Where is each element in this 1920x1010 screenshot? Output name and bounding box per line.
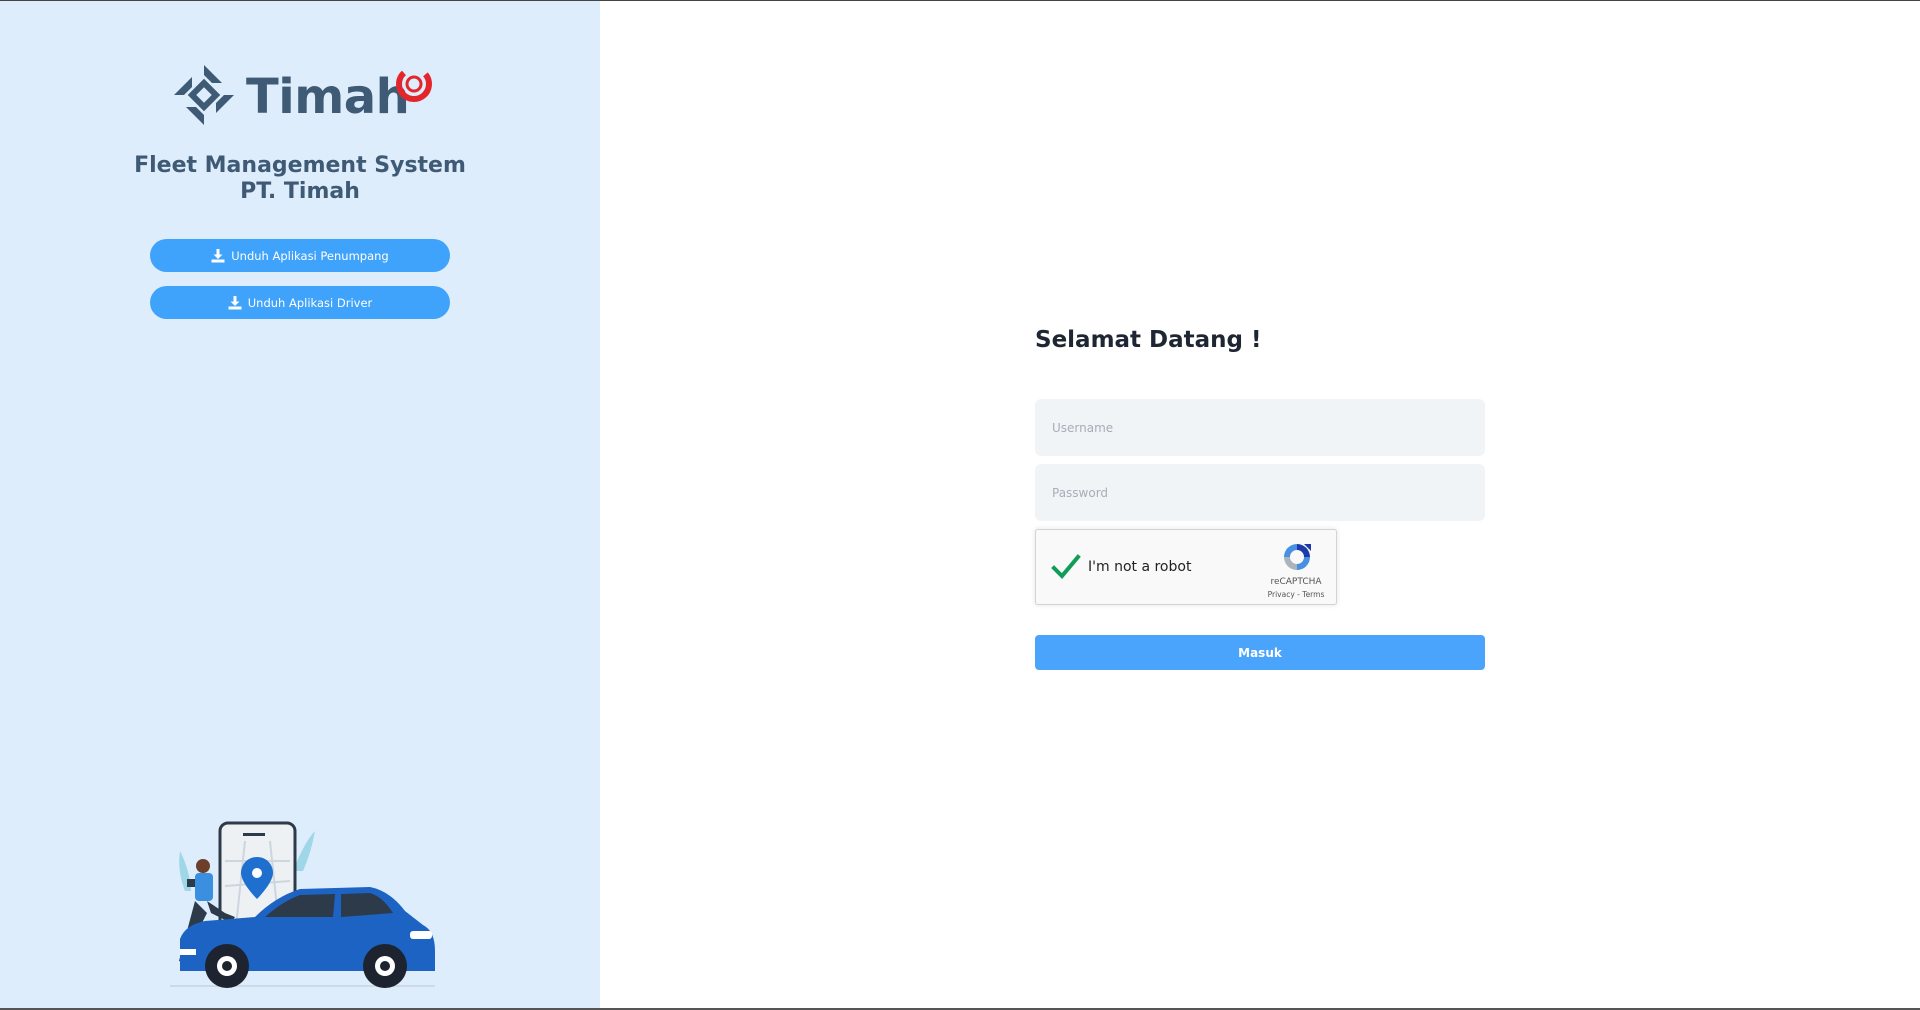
login-page: Timah Fleet Management System PT. Timah … — [0, 0, 1920, 1010]
recaptcha-label: I'm not a robot — [1088, 559, 1192, 575]
check-icon[interactable] — [1051, 552, 1081, 582]
password-input[interactable] — [1035, 464, 1485, 521]
recaptcha-terms-link[interactable]: Terms — [1302, 590, 1324, 599]
recaptcha-privacy-link[interactable]: Privacy — [1268, 590, 1295, 599]
timah-diamond-icon — [174, 65, 234, 125]
left-panel: Timah Fleet Management System PT. Timah … — [0, 1, 600, 1008]
timah-accent-mark-icon — [396, 66, 432, 103]
logo-wordmark: Timah — [246, 69, 410, 125]
download-icon — [211, 248, 225, 262]
download-icon — [228, 295, 242, 309]
download-driver-app-label: Unduh Aplikasi Driver — [247, 295, 373, 310]
app-title-line2: PT. Timah — [240, 179, 360, 204]
recaptcha-logo-icon — [1284, 544, 1311, 570]
download-passenger-app-button[interactable]: Unduh Aplikasi Penumpang — [150, 239, 450, 272]
app-title: Fleet Management System PT. Timah — [100, 153, 500, 205]
login-submit-button[interactable]: Masuk — [1035, 635, 1485, 670]
recaptcha-widget: I'm not a robot reCAPTCHA Privacy - Term… — [1035, 529, 1337, 605]
car-fleet-illustration — [170, 821, 435, 988]
recaptcha-links: Privacy - Terms — [1256, 590, 1336, 599]
recaptcha-brand: reCAPTCHA — [1270, 577, 1322, 587]
download-driver-app-button[interactable]: Unduh Aplikasi Driver — [150, 286, 450, 319]
app-title-line1: Fleet Management System — [134, 153, 466, 178]
username-input[interactable] — [1035, 399, 1485, 456]
download-passenger-app-label: Unduh Aplikasi Penumpang — [231, 248, 389, 263]
welcome-heading: Selamat Datang ! — [1035, 327, 1262, 353]
timah-logo: Timah — [168, 59, 438, 131]
